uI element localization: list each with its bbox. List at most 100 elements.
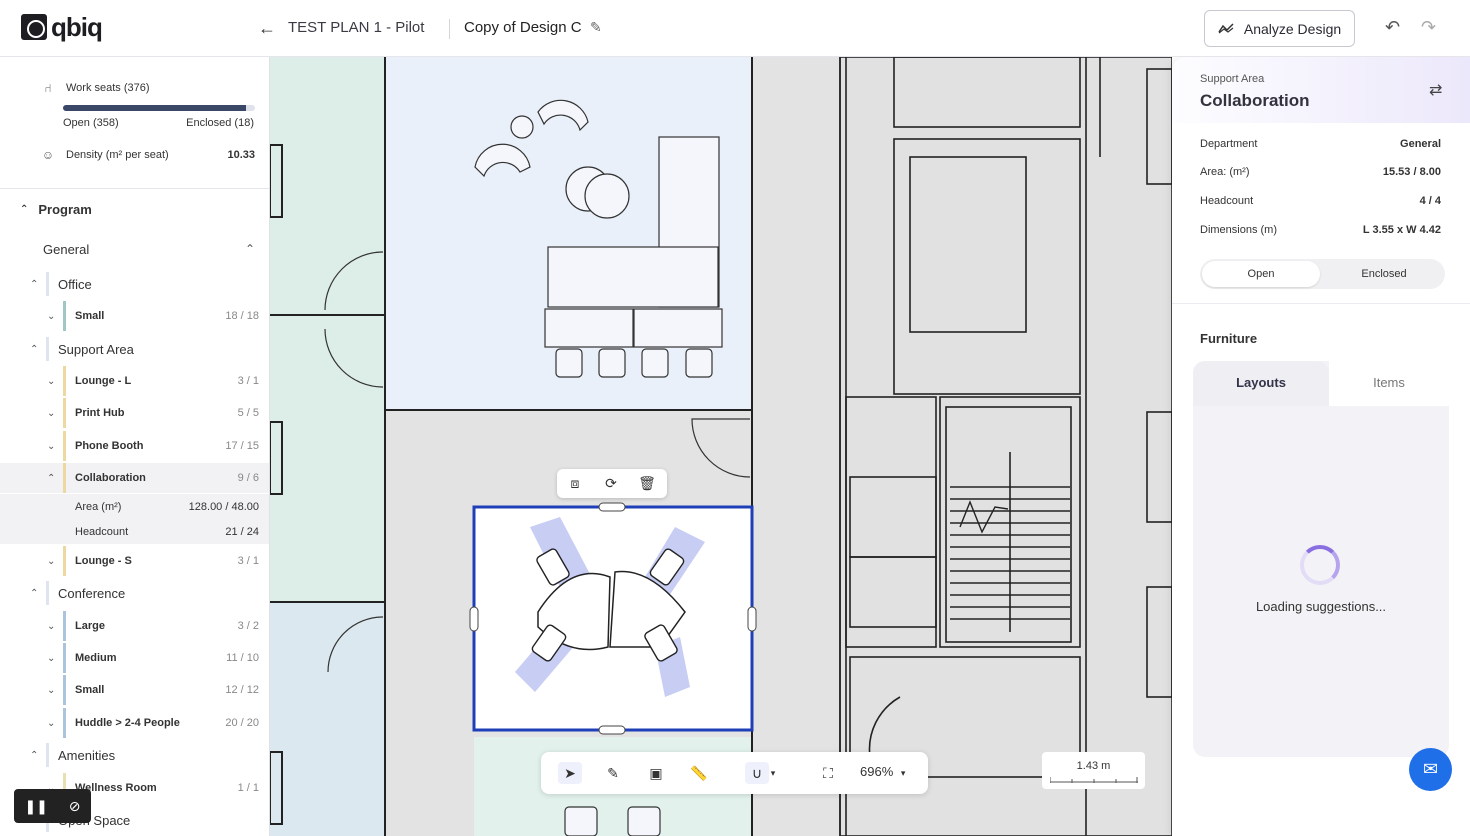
- chevron-down-icon: ⌄: [47, 555, 56, 567]
- scale-label: 1.43 m: [1076, 760, 1111, 772]
- program-item-huddle[interactable]: ⌄ Huddle > 2-4 People 20 / 20: [0, 708, 269, 738]
- program-item-lounge-s[interactable]: ⌄ Lounge - S 3 / 1: [0, 546, 269, 576]
- room-title: Collaboration: [1200, 91, 1310, 110]
- zoom-control[interactable]: 696% ▾: [860, 764, 905, 779]
- prop-value: L 3.55 x W 4.42: [1362, 224, 1441, 236]
- item-count: 3 / 2: [237, 620, 259, 632]
- program-item-print-hub[interactable]: ⌄ Print Hub 5 / 5: [0, 398, 269, 428]
- chevron-down-icon: ⌄: [47, 310, 56, 322]
- chevron-down-icon: ⌄: [47, 620, 56, 632]
- pause-icon[interactable]: ❚❚: [24, 798, 47, 815]
- analyze-chart-icon: [1218, 21, 1234, 37]
- rotate-room-icon[interactable]: ⟳: [599, 472, 623, 494]
- chat-support-icon[interactable]: ✉: [1409, 748, 1452, 791]
- detail-label: Area (m²): [75, 500, 122, 513]
- swap-arrows-icon[interactable]: ⇄: [1429, 80, 1442, 100]
- item-count: 9 / 6: [237, 472, 259, 484]
- chevron-up-icon: ⌃: [30, 749, 39, 761]
- chevron-up-icon: ⌃: [30, 587, 39, 599]
- chevron-up-icon: ⌃: [244, 242, 255, 256]
- undo-icon[interactable]: ↶: [1385, 17, 1400, 38]
- add-layout-icon[interactable]: ⧈: [563, 472, 587, 494]
- prop-headcount: Headcount 4 / 4: [1200, 195, 1441, 207]
- category-amenities[interactable]: ⌃ Amenities: [0, 743, 269, 767]
- program-item-phone-booth[interactable]: ⌄ Phone Booth 17 / 15: [0, 431, 269, 461]
- item-count: 3 / 1: [237, 375, 259, 387]
- floor-plan-drawing: [270, 57, 1172, 836]
- category-conference[interactable]: ⌃ Conference: [0, 581, 269, 605]
- chevron-up-icon: ⌃: [20, 204, 29, 215]
- category-bar: [46, 272, 49, 296]
- item-count: 1 / 1: [237, 782, 259, 794]
- category-bar: [46, 581, 49, 605]
- general-group-label: General: [43, 242, 90, 257]
- enclosed-seats-label: Enclosed (18): [186, 117, 254, 129]
- item-count: 18 / 18: [225, 310, 259, 322]
- program-title: Program: [38, 202, 92, 217]
- header-divider: [449, 19, 450, 39]
- collaboration-headcount-detail: Headcount 21 / 24: [0, 519, 269, 544]
- fit-to-screen-icon[interactable]: ⛶: [816, 762, 840, 784]
- program-item-conference-small[interactable]: ⌄ Small 12 / 12: [0, 675, 269, 705]
- measure-ruler-icon[interactable]: 📏: [687, 762, 711, 784]
- item-color-bar: [63, 675, 66, 705]
- office-room: [270, 57, 385, 602]
- redo-icon[interactable]: ↷: [1421, 17, 1436, 38]
- category-support-area[interactable]: ⌃ Support Area: [0, 337, 269, 361]
- analyze-design-label: Analyze Design: [1243, 20, 1342, 37]
- item-color-bar: [63, 366, 66, 396]
- visibility-off-icon[interactable]: ⊘: [69, 798, 81, 815]
- prop-area: Area: (m²) 15.53 / 8.00: [1200, 166, 1441, 178]
- top-bar: qbiq ← TEST PLAN 1 - Pilot Copy of Desig…: [0, 0, 1470, 57]
- people-icon: ☺: [41, 148, 55, 162]
- category-label: Office: [58, 276, 92, 292]
- work-seats-stat: ⑁ Work seats (376): [40, 81, 149, 95]
- general-group-header[interactable]: General ⌃: [43, 242, 255, 257]
- prop-label: Department: [1200, 138, 1258, 150]
- chevron-down-icon: ⌄: [47, 684, 56, 696]
- loading-text: Loading suggestions...: [1255, 599, 1387, 614]
- category-label: Conference: [58, 585, 126, 601]
- panel-header: Support Area Collaboration ⇄: [1172, 57, 1470, 123]
- program-item-medium[interactable]: ⌄ Medium 11 / 10: [0, 643, 269, 673]
- toggle-enclosed[interactable]: Enclosed: [1325, 261, 1443, 287]
- design-name[interactable]: Copy of Design C: [464, 19, 582, 36]
- qbiq-logo[interactable]: qbiq: [21, 14, 103, 40]
- analyze-design-button[interactable]: Analyze Design: [1204, 10, 1355, 47]
- select-pointer-icon[interactable]: ➤: [558, 762, 582, 784]
- seats-progress-fill: [63, 105, 246, 111]
- category-label: Amenities: [58, 747, 116, 763]
- draw-tool-icon[interactable]: ✎: [601, 762, 625, 784]
- category-office[interactable]: ⌃ Office: [0, 272, 269, 296]
- item-count: 12 / 12: [225, 684, 259, 696]
- prop-value: 15.53 / 8.00: [1382, 166, 1441, 178]
- tab-layouts[interactable]: Layouts: [1193, 361, 1329, 406]
- chevron-down-icon: ⌄: [47, 652, 56, 664]
- program-item-office-small[interactable]: ⌄ Small 18 / 18: [0, 301, 269, 331]
- program-header[interactable]: ⌃ Program: [20, 202, 92, 217]
- prop-dimensions: Dimensions (m) L 3.55 x W 4.42: [1200, 224, 1441, 236]
- item-label: Collaboration: [75, 472, 146, 484]
- edit-pencil-icon[interactable]: ✎: [590, 19, 602, 36]
- item-color-bar: [63, 546, 66, 576]
- delete-room-icon[interactable]: 🗑: [635, 472, 659, 494]
- item-count: 5 / 5: [237, 407, 259, 419]
- program-item-large[interactable]: ⌄ Large 3 / 2: [0, 611, 269, 641]
- floor-plan-canvas[interactable]: ⧈ ⟳ 🗑: [270, 57, 1172, 836]
- toggle-open[interactable]: Open: [1202, 261, 1320, 287]
- item-count: 3 / 1: [237, 555, 259, 567]
- tab-items[interactable]: Items: [1329, 361, 1449, 406]
- detail-value: 21 / 24: [225, 525, 259, 538]
- chevron-down-icon[interactable]: ▾: [767, 762, 779, 784]
- plan-name[interactable]: TEST PLAN 1 - Pilot: [288, 19, 424, 36]
- magnet-snap-icon[interactable]: ∪: [745, 762, 769, 784]
- program-item-collaboration[interactable]: ⌃ Collaboration 9 / 6: [0, 463, 269, 493]
- chevron-up-icon: ⌃: [30, 278, 39, 290]
- seats-progress-bar: [63, 105, 255, 111]
- area-select-icon[interactable]: ▣: [644, 762, 668, 784]
- back-arrow-icon[interactable]: ←: [258, 18, 276, 39]
- item-color-bar: [63, 643, 66, 673]
- prop-label: Dimensions (m): [1200, 224, 1278, 236]
- detail-value: 128.00 / 48.00: [188, 500, 259, 513]
- program-item-lounge-l[interactable]: ⌄ Lounge - L 3 / 1: [0, 366, 269, 396]
